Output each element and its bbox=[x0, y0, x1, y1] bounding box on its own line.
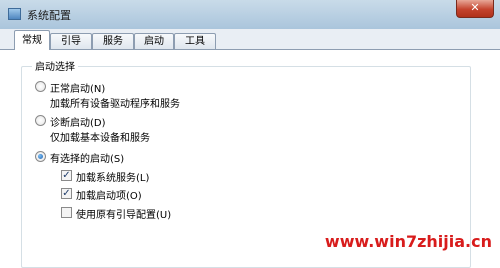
general-tab-panel: 启动选择 正常启动(N) 加载所有设备驱动程序和服务 诊断启动(D) 仅加载基本… bbox=[0, 49, 500, 268]
use-original-boot-config-checkbox[interactable] bbox=[61, 207, 72, 218]
tab-startup[interactable]: 启动 bbox=[134, 33, 174, 49]
tab-boot[interactable]: 引导 bbox=[50, 33, 92, 49]
normal-startup-description: 加载所有设备驱动程序和服务 bbox=[50, 99, 180, 110]
title-bar: 系统配置 ✕ bbox=[0, 0, 500, 30]
startup-selection-legend: 启动选择 bbox=[32, 58, 78, 73]
normal-startup-radio[interactable] bbox=[35, 81, 46, 92]
selective-startup-radio[interactable] bbox=[35, 151, 46, 162]
window-title: 系统配置 bbox=[27, 9, 71, 22]
diagnostic-startup-description: 仅加载基本设备和服务 bbox=[50, 133, 150, 144]
watermark: www.win7zhijia.cn bbox=[324, 232, 492, 251]
diagnostic-startup-label[interactable]: 诊断启动(D) bbox=[50, 114, 106, 129]
load-startup-items-label[interactable]: 加载启动项(O) bbox=[76, 187, 142, 202]
load-system-services-checkbox[interactable]: ✓ bbox=[61, 170, 72, 181]
diagnostic-startup-radio[interactable] bbox=[35, 115, 46, 126]
tab-strip: 常规 引导 服务 启动 工具 bbox=[0, 29, 500, 50]
use-original-boot-config-label[interactable]: 使用原有引导配置(U) bbox=[76, 206, 171, 221]
tab-services[interactable]: 服务 bbox=[92, 33, 134, 49]
load-system-services-label[interactable]: 加载系统服务(L) bbox=[76, 169, 149, 184]
close-button[interactable]: ✕ bbox=[456, 0, 494, 18]
system-config-icon bbox=[8, 8, 21, 20]
tab-tools[interactable]: 工具 bbox=[174, 33, 216, 49]
load-startup-items-checkbox[interactable]: ✓ bbox=[61, 188, 72, 199]
normal-startup-label[interactable]: 正常启动(N) bbox=[50, 80, 105, 95]
tab-general[interactable]: 常规 bbox=[14, 30, 50, 50]
selective-startup-label[interactable]: 有选择的启动(S) bbox=[50, 150, 124, 165]
